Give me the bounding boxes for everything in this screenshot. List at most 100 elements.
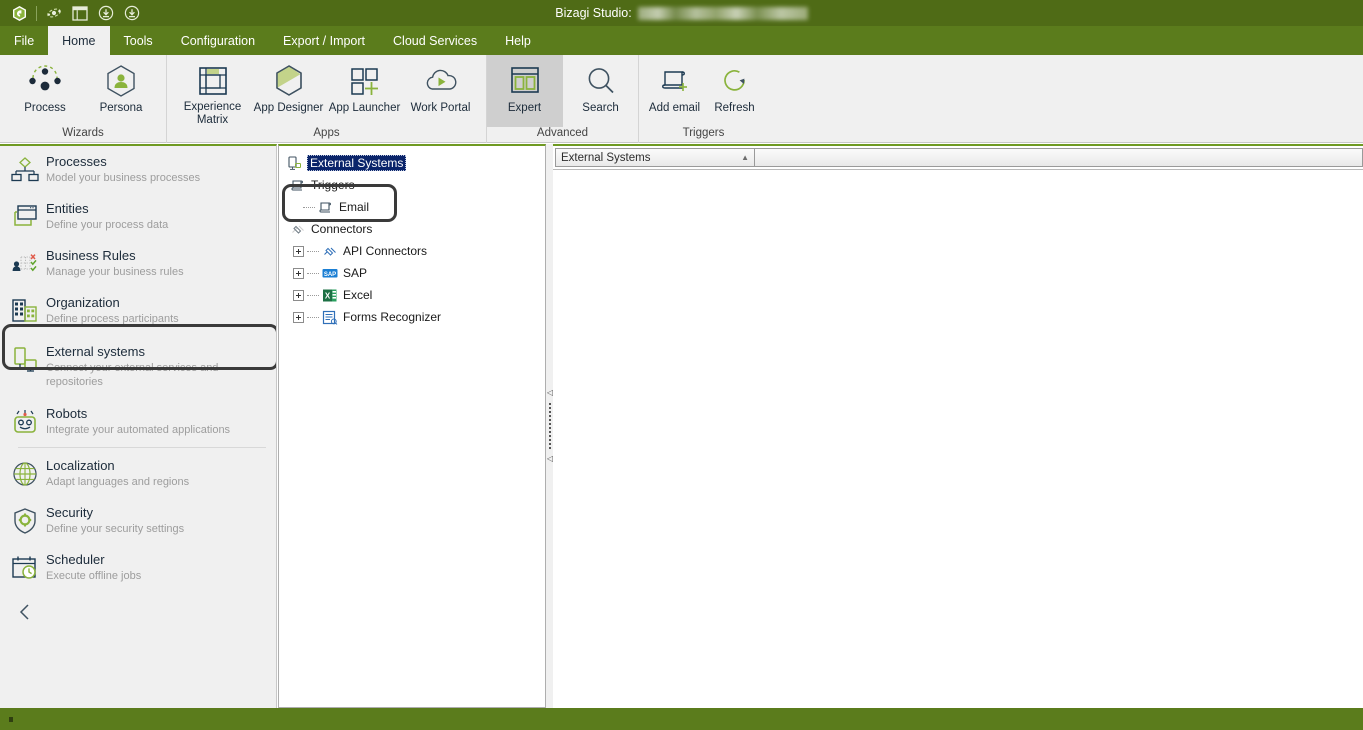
sidebar-item-organization[interactable]: Organization Define process participants [0,287,276,334]
window-layout-icon[interactable] [67,2,93,24]
ribbon-button-experience-matrix[interactable]: Experience Matrix [175,55,251,127]
ribbon-button-app-launcher[interactable]: App Launcher [327,55,403,127]
ribbon-button-refresh[interactable]: Refresh [706,55,764,127]
sidebar-subtitle-entities: Define your process data [46,219,169,231]
refresh-icon [720,61,750,101]
ribbon-button-app-designer[interactable]: App Designer [251,55,327,127]
status-bar [0,708,1363,730]
tree-connector-line [303,206,315,208]
excel-node-icon: X [321,288,339,303]
expander-forms-recognizer[interactable] [293,311,304,323]
ribbon-group-label-triggers: Triggers [682,127,725,139]
external-systems-tree-panel: External Systems Triggers Email Connecto… [278,144,546,708]
splitter-grip[interactable] [549,403,551,449]
ribbon-label-persona: Persona [99,102,143,114]
tree-node-forms-recognizer[interactable]: Forms Recognizer [285,306,545,328]
sidebar-item-external-systems[interactable]: External systems Connect your external s… [0,334,276,398]
persona-icon [104,61,138,101]
tree-node-api-connectors[interactable]: API Connectors [285,240,545,262]
external-systems-node-icon [285,155,303,171]
ribbon-button-add-email[interactable]: Add email [644,55,706,127]
save-icon[interactable] [93,2,119,24]
tree-node-triggers[interactable]: Triggers [285,174,545,196]
menu-item-tools[interactable]: Tools [110,26,167,55]
tree-node-connectors[interactable]: Connectors [285,218,545,240]
sidebar-title-organization: Organization [46,295,120,310]
app-launcher-icon [349,61,381,101]
orbit-icon[interactable] [41,2,67,24]
tree-label-connectors: Connectors [311,222,373,236]
publish-icon[interactable] [119,2,145,24]
menu-item-file[interactable]: File [0,26,48,55]
ribbon-button-work-portal[interactable]: Work Portal [403,55,479,127]
work-portal-icon [423,61,459,101]
sidebar-divider [18,447,266,448]
sidebar-title-processes: Processes [46,154,107,169]
sidebar-item-business-rules[interactable]: Business Rules Manage your business rule… [0,240,276,287]
menu-item-cloud-services[interactable]: Cloud Services [379,26,491,55]
window-title: Bizagi Studio: [0,0,1363,26]
tree-node-external-systems[interactable]: External Systems [285,152,545,174]
sidebar-title-business-rules: Business Rules [46,248,136,263]
tree-connector-line [307,316,319,318]
tree-label-excel: Excel [343,288,373,302]
sidebar-text-robots: Robots Integrate your automated applicat… [46,405,230,437]
expander-sap[interactable] [293,267,304,279]
bizagi-logo-icon[interactable] [6,2,32,24]
menu-item-help[interactable]: Help [491,26,545,55]
tree-label-external-systems: External Systems [307,155,407,171]
connectors-node-icon [289,222,307,237]
sidebar-subtitle-external-systems: Connect your external services and repos… [46,362,219,388]
ribbon-button-persona[interactable]: Persona [83,55,159,127]
sidebar-item-processes[interactable]: Processes Model your business processes [0,146,276,193]
tree-node-sap[interactable]: SAP SAP [285,262,545,284]
sidebar-text-processes: Processes Model your business processes [46,153,200,185]
forms-recognizer-node-icon [321,310,339,325]
ribbon-button-expert[interactable]: Expert [486,55,563,127]
sidebar-subtitle-localization: Adapt languages and regions [46,476,190,488]
sidebar-title-robots: Robots [46,406,88,421]
ribbon-label-app-launcher: App Launcher [328,102,401,114]
expander-excel[interactable] [293,289,304,301]
organization-icon [10,295,40,327]
menu-item-home[interactable]: Home [48,26,110,55]
external-systems-icon [10,344,40,376]
ribbon-group-label-wizards: Wizards [62,127,104,139]
tree-label-forms-recognizer: Forms Recognizer [343,310,442,324]
ribbon-button-search[interactable]: Search [563,55,639,127]
menu-item-configuration[interactable]: Configuration [167,26,269,55]
email-node-icon [317,200,335,215]
expander-api-connectors[interactable] [293,245,304,257]
window-title-redacted [637,6,808,20]
ribbon-label-process: Process [24,102,66,114]
tree-node-excel[interactable]: X Excel [285,284,545,306]
tree-node-email[interactable]: Email [285,196,545,218]
sidebar-item-entities[interactable]: Entities Define your process data [0,193,276,240]
sidebar-text-entities: Entities Define your process data [46,200,168,232]
ribbon-group-advanced: Expert Search Advanced [486,55,638,143]
sap-node-icon: SAP [321,267,339,280]
bizagi-studio-window: Bizagi Studio: File Home Tools Configura… [0,0,1363,730]
app-designer-icon [273,61,305,101]
sidebar-title-security: Security [46,505,93,520]
left-navigation-panel: Processes Model your business processes … [0,144,277,708]
menu-item-export-import[interactable]: Export / Import [269,26,379,55]
ribbon-label-search: Search [582,102,619,114]
sidebar-subtitle-robots: Integrate your automated applications [46,424,231,436]
tree-label-api-connectors: API Connectors [343,244,428,258]
sidebar-item-scheduler[interactable]: Scheduler Execute offline jobs [0,544,276,591]
ribbon-button-process[interactable]: Process [7,55,83,127]
experience-matrix-icon [197,61,229,100]
svg-text:X: X [325,291,331,300]
sidebar-subtitle-scheduler: Execute offline jobs [46,570,142,582]
sidebar-item-localization[interactable]: Localization Adapt languages and regions [0,450,276,497]
tree-label-email: Email [339,200,370,214]
sidebar-collapse-button[interactable] [0,591,276,621]
sidebar-item-robots[interactable]: Robots Integrate your automated applicat… [0,398,276,445]
tree-connector-line [307,272,319,274]
tab-external-systems[interactable]: External Systems ▲ [555,148,755,167]
title-bar: Bizagi Studio: [0,0,1363,26]
sidebar-item-security[interactable]: Security Define your security settings [0,497,276,544]
tree-connector-line [307,250,319,252]
tab-collapse-icon[interactable]: ▲ [741,153,749,162]
